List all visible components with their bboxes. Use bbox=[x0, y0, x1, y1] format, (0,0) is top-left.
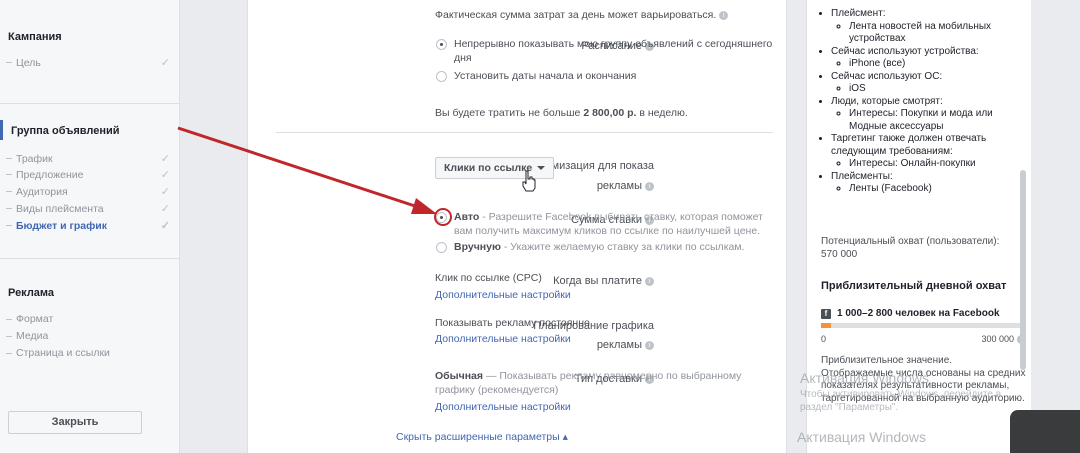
optimization-label-2: рекламы i bbox=[597, 180, 654, 192]
sidebar-item-label: Формат bbox=[16, 313, 54, 325]
list-subitem: Интересы: Онлайн-покупки bbox=[849, 158, 1025, 171]
list-subitem: iPhone (все) bbox=[849, 58, 1025, 71]
video-overlay bbox=[1010, 410, 1080, 453]
schedule-continuous-radio[interactable] bbox=[436, 39, 447, 50]
sidebar-divider bbox=[0, 103, 180, 104]
list-item: Люди, которые смотрят: Интересы: Покупки… bbox=[831, 96, 1025, 134]
windows-watermark-line1: Чтобы активировать Windows, перейдите в bbox=[800, 389, 1002, 400]
sidebar-item-label: Аудитория bbox=[16, 185, 68, 198]
list-item: Плейсмент: Лента новостей на мобильных у… bbox=[831, 8, 1025, 46]
bid-auto-desc: Авто - Разрешите Facebook выбирать ставк… bbox=[454, 211, 763, 223]
check-icon: ✓ bbox=[160, 169, 170, 181]
reach-bar-fill bbox=[821, 323, 832, 328]
delivery-advanced-link[interactable]: Дополнительные настройки bbox=[435, 401, 571, 413]
sidebar-item-traffic[interactable]: Трафик ✓ bbox=[6, 152, 170, 165]
budget-schedule-panel: Фактическая сумма затрат за день может в… bbox=[247, 0, 787, 453]
sidebar-item-label: Предложение bbox=[16, 168, 84, 181]
sidebar-item-format[interactable]: Формат bbox=[6, 313, 170, 325]
reach-bar bbox=[821, 323, 1026, 328]
close-button[interactable]: Закрыть bbox=[8, 411, 142, 434]
bid-manual-desc: Вручную - Укажите желаемую ставку за кли… bbox=[454, 241, 745, 253]
reach-bar-max: 300 000i bbox=[821, 334, 1026, 345]
hand-cursor-icon bbox=[522, 170, 536, 192]
list-item: Сейчас используют устройства: iPhone (вс… bbox=[831, 46, 1025, 71]
sidebar-item-label: Виды плейсмента bbox=[16, 202, 104, 215]
windows-watermark-title-2: Активация Windows bbox=[797, 429, 927, 445]
targeting-summary: Плейсмент: Лента новостей на мобильных у… bbox=[817, 8, 1025, 196]
sidebar-item-label: Цель bbox=[16, 56, 41, 69]
ad-schedule-label-2: рекламы i bbox=[597, 339, 654, 351]
pay-advanced-link[interactable]: Дополнительные настройки bbox=[435, 289, 571, 301]
delivery-desc-2: графику (рекомендуется) bbox=[435, 384, 559, 396]
ad-schedule-value: Показывать рекламу постоянно bbox=[435, 317, 590, 329]
sidebar-item-label: Страница и ссылки bbox=[16, 347, 110, 359]
section-divider bbox=[276, 132, 773, 133]
list-subitem: Лента новостей на мобильных устройствах bbox=[849, 21, 1025, 46]
check-icon: ✓ bbox=[160, 220, 170, 232]
list-item: Плейсменты: Ленты (Facebook) bbox=[831, 171, 1025, 196]
check-icon: ✓ bbox=[160, 186, 170, 198]
delivery-desc: Обычная — Показывать рекламу равномерно … bbox=[435, 370, 742, 382]
highlight-circle bbox=[434, 208, 452, 226]
sidebar-active-indicator bbox=[0, 120, 3, 140]
sidebar-item-offer[interactable]: Предложение ✓ bbox=[6, 168, 170, 181]
cost-note: Фактическая сумма затрат за день может в… bbox=[435, 9, 729, 21]
hide-advanced-link[interactable]: Скрыть расширенные параметры ▴ bbox=[396, 431, 568, 443]
sidebar-item-label: Медиа bbox=[16, 330, 49, 342]
scrollbar[interactable] bbox=[1020, 170, 1026, 370]
bid-auto-desc-2: вам получить максимум кликов по ссылке п… bbox=[454, 225, 761, 237]
pay-label: Когда вы платите i bbox=[553, 275, 654, 287]
list-subitem: Ленты (Facebook) bbox=[849, 183, 1025, 196]
schedule-continuous-label: Непрерывно показывать мою группу объявле… bbox=[454, 38, 773, 50]
sidebar-ad-title: Реклама bbox=[8, 287, 55, 299]
list-subitem: Интересы: Покупки и мода или Модные аксе… bbox=[849, 108, 1025, 133]
sidebar-item-audience[interactable]: Аудитория ✓ bbox=[6, 185, 170, 198]
schedule-dates-radio[interactable] bbox=[436, 71, 447, 82]
info-icon[interactable]: i bbox=[719, 10, 729, 20]
list-subitem: iOS bbox=[849, 83, 1025, 96]
facebook-reach: f1 000–2 800 человек на Facebook bbox=[821, 308, 1000, 319]
ad-schedule-advanced-link[interactable]: Дополнительные настройки bbox=[435, 333, 571, 345]
sidebar-item-media[interactable]: Медиа bbox=[6, 330, 170, 342]
check-icon: ✓ bbox=[160, 153, 170, 165]
sidebar: Кампания Цель ✓ Группа объявлений Трафик… bbox=[0, 0, 180, 453]
pay-value: Клик по ссылке (CPC) bbox=[435, 272, 542, 284]
sidebar-item-budget[interactable]: Бюджет и график ✓ bbox=[6, 219, 170, 232]
list-item: Сейчас используют ОС: iOS bbox=[831, 71, 1025, 96]
windows-watermark-title: Активация Windows bbox=[800, 370, 930, 386]
list-item: Таргетинг также должен отвечать следующи… bbox=[831, 133, 1025, 171]
check-icon: ✓ bbox=[160, 57, 170, 69]
sidebar-item-placements[interactable]: Виды плейсмента ✓ bbox=[6, 202, 170, 215]
info-icon[interactable]: i bbox=[645, 276, 654, 286]
bid-manual-radio[interactable] bbox=[436, 242, 447, 253]
caret-down-icon bbox=[537, 166, 546, 171]
schedule-dates-label: Установить даты начала и окончания bbox=[454, 70, 637, 82]
facebook-icon: f bbox=[821, 309, 831, 319]
windows-watermark-line2: раздел "Параметры". bbox=[800, 402, 899, 413]
sidebar-item-page-links[interactable]: Страница и ссылки bbox=[6, 347, 170, 359]
sidebar-item-label: Трафик bbox=[16, 152, 53, 165]
info-icon[interactable]: i bbox=[645, 181, 654, 191]
sidebar-campaign-title: Кампания bbox=[8, 31, 62, 43]
check-icon: ✓ bbox=[160, 203, 170, 215]
daily-reach-title: Приблизительный дневной охват bbox=[821, 280, 1007, 292]
sidebar-item-label: Бюджет и график bbox=[16, 219, 108, 232]
schedule-continuous-label-2: дня bbox=[454, 52, 472, 64]
potential-reach: Потенциальный охват (пользователи): 570 … bbox=[821, 236, 1000, 260]
weekly-spend-note: Вы будете тратить не больше 2 800,00 р. … bbox=[435, 107, 688, 119]
sidebar-adset-title: Группа объявлений bbox=[11, 125, 120, 137]
info-icon[interactable]: i bbox=[645, 340, 654, 350]
sidebar-divider bbox=[0, 258, 180, 259]
sidebar-item-goal[interactable]: Цель ✓ bbox=[6, 56, 170, 69]
